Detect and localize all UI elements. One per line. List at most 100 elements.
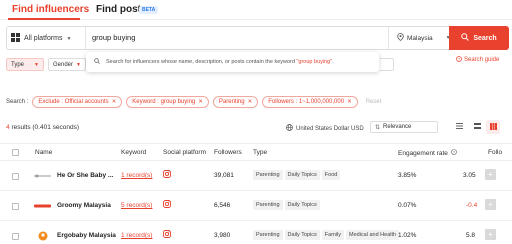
chevron-down-icon: ▼: [76, 61, 81, 68]
instagram-icon[interactable]: [163, 200, 171, 208]
add-icon[interactable]: +: [485, 229, 496, 240]
follower-growth: 5.8: [466, 232, 476, 239]
column-engagement[interactable]: Engagement rate ?: [398, 149, 457, 157]
row-checkbox[interactable]: [12, 233, 19, 240]
divider: [388, 27, 389, 49]
divider: [85, 27, 86, 49]
info-icon: ?: [451, 149, 457, 157]
currency-selector[interactable]: United States Dollar USD: [286, 124, 364, 133]
table-view-button[interactable]: [486, 120, 500, 134]
add-icon[interactable]: +: [485, 199, 496, 210]
type-tag: Parenting: [253, 200, 283, 210]
engagement-rate: 3.85%: [398, 172, 417, 179]
location-label: Malaysia: [407, 34, 433, 42]
search-icon: [94, 58, 100, 66]
globe-icon: [286, 124, 293, 133]
chevron-down-icon: ▼: [66, 35, 72, 42]
table-row[interactable]: Ergobaby Malaysia 1 record(s) 3,980 Pare…: [0, 222, 512, 244]
beta-badge: BETA: [139, 6, 159, 14]
close-icon[interactable]: ✕: [347, 99, 352, 105]
filter-type[interactable]: Type ▼: [6, 58, 44, 71]
engagement-rate: 1.02%: [398, 232, 417, 239]
platform-label: All platforms: [24, 35, 63, 42]
results-count: 4: [6, 124, 10, 131]
suggestion-keyword: "group buying": [296, 59, 333, 65]
filter-partial[interactable]: [380, 58, 394, 71]
type-tags: Parenting Daily Topics Family Medical and H…: [253, 230, 401, 240]
followers-count: 3,980: [214, 232, 231, 239]
row-checkbox[interactable]: [12, 173, 19, 180]
avatar: [34, 171, 51, 181]
search-input[interactable]: [92, 33, 342, 42]
column-followers[interactable]: Followers: [214, 149, 242, 156]
sort-selector[interactable]: ⇅ Relevance: [370, 121, 438, 133]
platform-selector[interactable]: All platforms ▼: [11, 33, 71, 44]
row-checkbox[interactable]: [12, 203, 19, 210]
filter-chip[interactable]: Parenting ✕: [212, 96, 259, 108]
add-icon[interactable]: +: [485, 169, 496, 180]
influencer-name[interactable]: Ergobaby Malaysia: [57, 232, 116, 239]
compact-view-button[interactable]: [470, 120, 484, 134]
influencer-name[interactable]: Groomy Malaysia: [57, 202, 111, 209]
type-tag: Daily Topics: [284, 170, 320, 180]
keyword-records-link[interactable]: 1 record(s): [121, 232, 152, 239]
help-circle-icon: ?: [456, 56, 462, 64]
results-bar: 4 results (0.401 seconds) United States …: [6, 120, 506, 135]
instagram-icon[interactable]: [163, 170, 171, 178]
type-tags: Parenting Daily Topics Food: [253, 170, 342, 180]
active-filters: Search : Exclude : Official accounts ✕ Ke…: [6, 96, 381, 108]
type-tag: Parenting: [253, 170, 283, 180]
type-tag: Family: [321, 230, 344, 240]
filter-type-label: Type: [11, 61, 25, 68]
search-guide-link[interactable]: ? Search guide: [456, 56, 499, 64]
location-pin-icon: [397, 33, 404, 43]
tab-find-influencers[interactable]: Find influencers: [12, 4, 89, 15]
suggestion-text: Search for influencers whose name, descr…: [106, 59, 334, 65]
type-tag: Parenting: [253, 230, 283, 240]
search-suggestion[interactable]: Search for influencers whose name, descr…: [86, 52, 379, 72]
location-selector[interactable]: Malaysia ▼: [397, 33, 451, 43]
table-row[interactable]: Groomy Malaysia 5 record(s) 6,546 Parent…: [0, 192, 512, 221]
close-icon[interactable]: ✕: [112, 99, 117, 105]
search-button-label: Search: [473, 34, 497, 42]
table-row[interactable]: He Or She Baby ... 1 record(s) 39,081 Pa…: [0, 162, 512, 191]
column-type[interactable]: Type: [253, 149, 267, 156]
avatar: [38, 231, 48, 241]
chevron-down-icon: ▼: [34, 61, 39, 68]
follower-growth: 3.05: [463, 172, 476, 179]
filter-chip[interactable]: Keyword : group buying ✕: [126, 96, 209, 108]
reset-button[interactable]: Reset: [366, 99, 382, 105]
close-icon[interactable]: ✕: [198, 99, 203, 105]
type-tag: Daily Topics: [284, 230, 320, 240]
influencer-name[interactable]: He Or She Baby ...: [57, 172, 113, 179]
type-tags: Parenting Daily Topics: [253, 200, 322, 210]
follower-growth: -0.4: [466, 202, 478, 209]
followers-count: 39,081: [214, 172, 234, 179]
select-all-checkbox[interactable]: [12, 149, 19, 156]
keyword-records-link[interactable]: 5 record(s): [121, 202, 152, 209]
column-keyword[interactable]: Keyword: [121, 149, 146, 156]
search-bar: All platforms ▼ Malaysia ▼ Search: [6, 26, 509, 50]
list-view-button[interactable]: [452, 120, 466, 134]
column-follower-growth[interactable]: Follo: [488, 149, 502, 156]
filter-chip[interactable]: Followers : 1~1,000,000,000 ✕: [262, 96, 358, 108]
results-summary: 4 results (0.401 seconds): [6, 124, 79, 131]
instagram-icon[interactable]: [163, 230, 171, 238]
keyword-records-link[interactable]: 1 record(s): [121, 172, 152, 179]
close-icon[interactable]: ✕: [248, 99, 253, 105]
tab-bar: Find influencers Find posts BETA: [0, 0, 512, 20]
sort-icon: ⇅: [375, 124, 381, 131]
search-button[interactable]: Search: [449, 26, 509, 50]
active-filters-label: Search :: [6, 99, 29, 105]
filter-gender[interactable]: Gender ▼: [48, 58, 86, 71]
search-icon: [461, 33, 470, 43]
list-icon: [455, 123, 463, 131]
column-name[interactable]: Name: [35, 149, 52, 156]
active-tab-indicator: [8, 18, 80, 20]
engagement-rate: 0.07%: [398, 202, 417, 209]
column-platform[interactable]: Social platform: [163, 149, 206, 156]
type-tag: Food: [321, 170, 341, 180]
sort-label: Relevance: [383, 124, 412, 130]
table-header: Name Keyword Social platform Followers T…: [0, 143, 512, 161]
filter-chip[interactable]: Exclude : Official accounts ✕: [32, 96, 123, 108]
